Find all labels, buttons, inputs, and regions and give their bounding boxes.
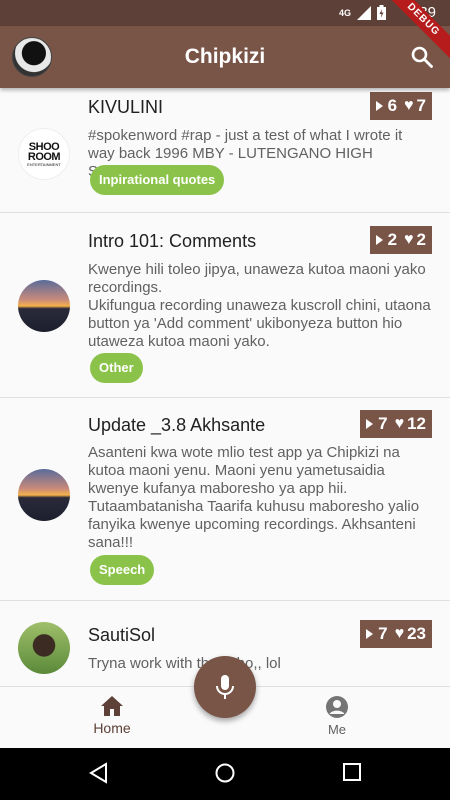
- recording-title: Update _3.8 Akhsante: [88, 415, 266, 435]
- recording-description: Tryna work with th ys tho,, lol: [88, 655, 281, 672]
- recording-thumbnail: [18, 622, 70, 674]
- play-count: 2: [387, 230, 398, 249]
- recording-title: SautiSol: [88, 625, 156, 645]
- heart-icon: ♥: [394, 415, 405, 432]
- category-chip[interactable]: Other: [90, 353, 143, 383]
- stats-badge: 2 ♥ 2: [369, 226, 432, 254]
- search-icon[interactable]: [410, 45, 434, 69]
- status-bar: 4G 7:39: [0, 0, 450, 26]
- home-icon: [101, 696, 123, 716]
- category-chip[interactable]: Speech: [90, 555, 155, 585]
- list-item[interactable]: SHOO ROOM ENTERTAINMENT KIVULINI #spoken…: [0, 88, 450, 213]
- network-type: 4G: [338, 7, 351, 18]
- recording-title: KIVULINI: [88, 97, 164, 117]
- like-count: 12: [407, 414, 426, 433]
- recents-icon[interactable]: [342, 762, 362, 782]
- stats-badge: 7 ♥ 23: [360, 620, 432, 648]
- list-item[interactable]: Update _3.8 Akhsante Asanteni kwa wote m…: [0, 398, 450, 601]
- recording-description: Kwenye hili toleo jipya, unaweza kutoa m…: [88, 261, 431, 350]
- record-button[interactable]: [194, 656, 256, 718]
- mic-icon: [216, 675, 234, 699]
- play-count: 7: [378, 414, 388, 433]
- home-circle-icon[interactable]: [214, 762, 236, 784]
- recording-thumbnail: [18, 280, 70, 332]
- heart-icon: ♥: [404, 97, 414, 114]
- play-icon: [375, 101, 383, 111]
- stats-badge: 6 ♥ 7: [369, 92, 432, 120]
- nav-me-label: Me: [327, 722, 347, 737]
- category-chip[interactable]: Inpirational quotes: [90, 165, 225, 195]
- heart-icon: ♥: [404, 231, 414, 248]
- play-count: 7: [378, 624, 388, 643]
- stats-badge: 7 ♥ 12: [360, 410, 432, 438]
- system-navigation-bar: [0, 748, 450, 800]
- like-count: 7: [416, 96, 426, 115]
- recording-thumbnail: SHOO ROOM ENTERTAINMENT: [18, 128, 70, 180]
- nav-me[interactable]: Me: [297, 695, 377, 737]
- page-title: Chipkizi: [184, 45, 266, 68]
- status-icons: 4G: [339, 5, 386, 20]
- heart-icon: ♥: [394, 625, 405, 642]
- signal-icon: [357, 5, 371, 20]
- play-icon: [375, 235, 383, 245]
- like-count: 23: [407, 624, 426, 643]
- list-item[interactable]: Intro 101: Comments Kwenye hili toleo ji…: [0, 213, 450, 398]
- play-count: 6: [387, 96, 398, 115]
- app-bar: Chipkizi: [0, 26, 450, 88]
- play-icon: [366, 629, 374, 639]
- recording-description: Asanteni kwa wote mlio test app ya Chipk…: [88, 444, 420, 551]
- like-count: 2: [416, 230, 426, 249]
- recording-list: SHOO ROOM ENTERTAINMENT KIVULINI #spoken…: [0, 88, 450, 686]
- nav-home[interactable]: Home: [72, 695, 152, 736]
- nav-home-label: Home: [93, 720, 131, 736]
- account-icon: [326, 696, 348, 718]
- recording-title: Intro 101: Comments: [88, 231, 257, 251]
- back-icon[interactable]: [88, 762, 110, 784]
- play-icon: [366, 419, 374, 429]
- recording-thumbnail: [18, 469, 70, 521]
- battery-icon: [377, 5, 386, 20]
